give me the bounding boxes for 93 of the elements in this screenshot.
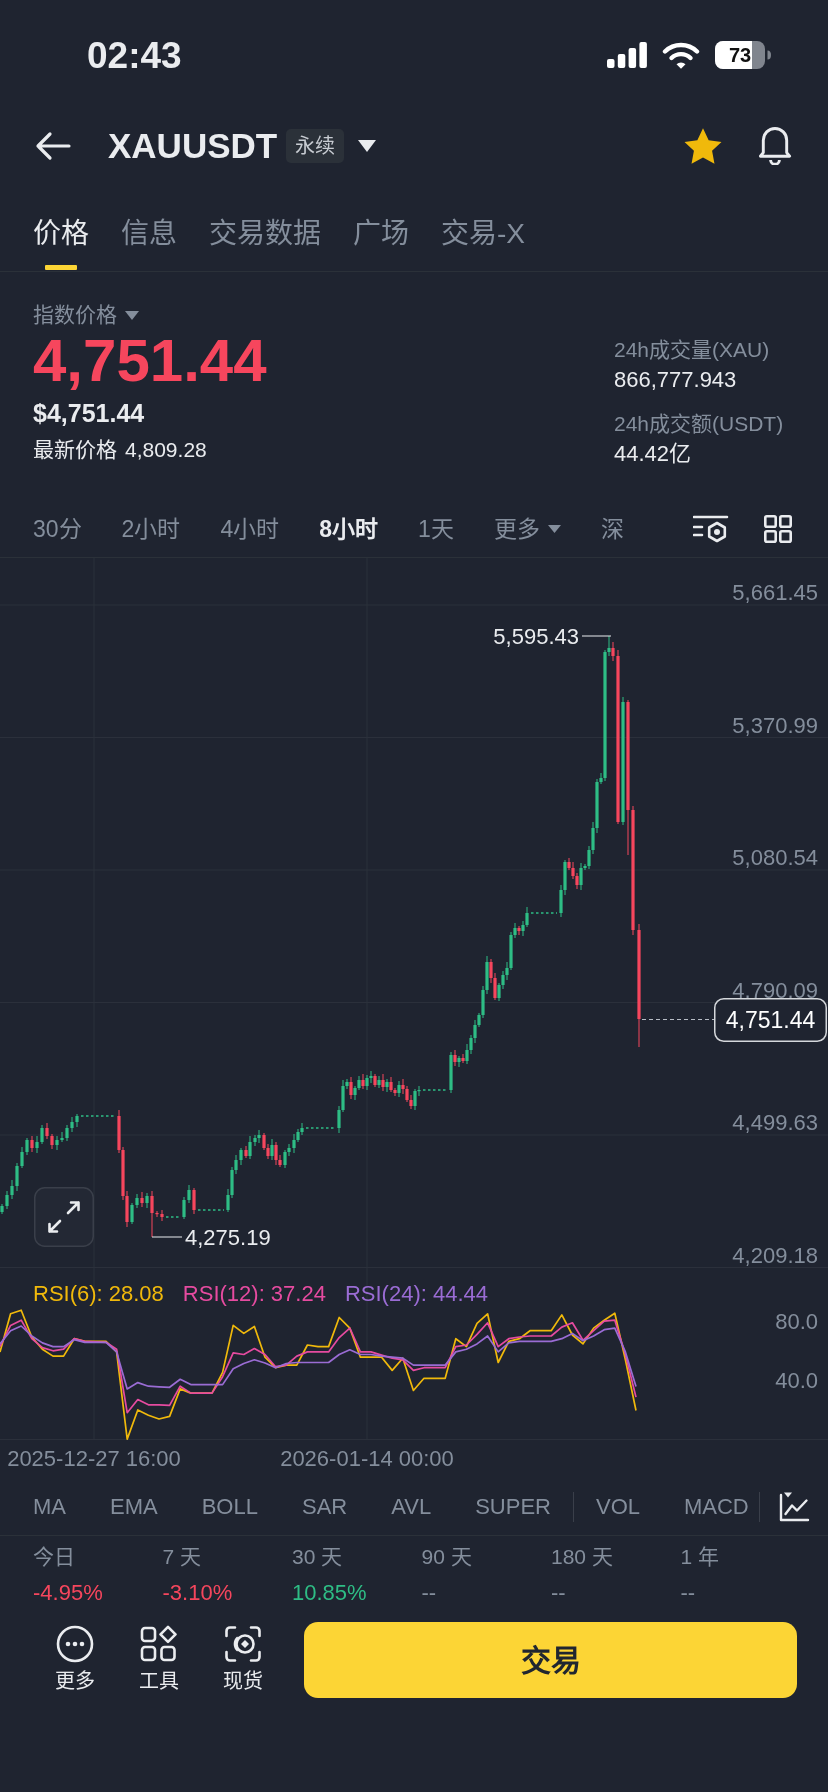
period-label: 180 天 — [551, 1544, 613, 1570]
period-change: -- — [680, 1579, 696, 1607]
indicator-tab[interactable]: MACD — [684, 1491, 749, 1522]
line-chart-icon[interactable] — [778, 1490, 810, 1523]
price-axis-label: 5,661.45 — [732, 580, 818, 605]
period-label: 30 天 — [292, 1544, 343, 1570]
rsi-legend-label: RSI(24): 44.44 — [344, 1281, 488, 1307]
caret-icon[interactable] — [358, 140, 377, 152]
falling-candle — [30, 1135, 34, 1153]
symbol-title: XAUUSDT — [108, 126, 278, 166]
indicator-tab[interactable]: SAR — [301, 1491, 348, 1522]
price-axis-label: 5,080.54 — [732, 845, 818, 870]
low-price-leader — [151, 1236, 183, 1238]
coin-scan-icon — [224, 1625, 262, 1663]
index-price-label: 指数价格 — [33, 302, 117, 328]
star-icon[interactable] — [683, 127, 723, 165]
period-change: 10.85% — [292, 1579, 367, 1607]
low-price-label: 4,275.19 — [185, 1225, 271, 1250]
caret-icon — [547, 524, 561, 533]
last-price-value: 4,809.28 — [125, 437, 207, 463]
index-price: 4,751.44 — [33, 330, 267, 392]
falling-candle — [349, 1076, 353, 1100]
signal-icon — [607, 42, 647, 68]
interval-tab[interactable]: 30分 — [33, 513, 82, 544]
period-change: -- — [421, 1579, 437, 1607]
high-price-leader — [581, 635, 612, 637]
falling-candle — [381, 1073, 385, 1092]
indicator-tab[interactable]: SUPER — [475, 1491, 551, 1522]
bell-icon[interactable] — [758, 127, 792, 165]
falling-candle — [140, 1191, 144, 1208]
battery-icon — [715, 41, 771, 69]
rsi-axis-label: 40.0 — [775, 1368, 818, 1393]
status-time: 02:43 — [87, 36, 182, 74]
tab[interactable]: 信息 — [121, 196, 177, 271]
time-axis-label: 2026-01-14 00:00 — [280, 1446, 454, 1471]
indicator-tab[interactable]: BOLL — [201, 1491, 258, 1522]
falling-candle — [453, 1049, 457, 1067]
stat-label: 24h成交额(USDT) — [614, 411, 784, 437]
interval-tab[interactable]: 2小时 — [121, 513, 181, 544]
period-change: -3.10% — [162, 1579, 233, 1607]
tab[interactable]: 价格 — [33, 196, 89, 271]
stat-value: 44.42亿 — [614, 440, 692, 468]
interval-tab[interactable]: 深 — [600, 513, 624, 544]
last-price-label: 最新价格 — [33, 437, 117, 463]
shapes-icon — [140, 1625, 178, 1663]
expand-icon — [48, 1201, 80, 1233]
period-label: 90 天 — [421, 1544, 472, 1570]
toolbar-button[interactable]: 工具 — [117, 1622, 201, 1693]
indicator-tab[interactable]: EMA — [110, 1491, 158, 1522]
period-label: 今日 — [33, 1544, 75, 1570]
wifi-icon — [662, 41, 700, 69]
price-axis-label: 5,370.99 — [732, 712, 818, 738]
period-change: -4.95% — [33, 1579, 103, 1607]
period-label: 1 年 — [680, 1544, 719, 1570]
price-axis-label: 4,499.63 — [732, 1110, 818, 1135]
falling-candle — [361, 1073, 365, 1090]
rsi-legend-label: RSI(6): 28.08 — [33, 1281, 164, 1307]
falling-candle — [244, 1145, 248, 1159]
interval-tab[interactable]: 1天 — [418, 513, 454, 544]
high-price-label: 5,595.43 — [493, 624, 579, 649]
stat-value: 866,777.943 — [614, 366, 737, 394]
time-axis-label: 2025-12-27 16:00 — [7, 1446, 181, 1471]
period-label: 7 天 — [162, 1544, 201, 1570]
falling-candle — [192, 1187, 196, 1215]
indicator-tab[interactable]: VOL — [595, 1491, 640, 1522]
expand-button[interactable] — [34, 1187, 94, 1247]
stat-label: 24h成交量(XAU) — [614, 337, 770, 363]
more-icon — [56, 1625, 94, 1663]
tab[interactable]: 交易数据 — [209, 196, 321, 271]
price-axis-label: 4,209.18 — [732, 1242, 818, 1268]
falling-candle — [373, 1073, 377, 1088]
settings-icon[interactable] — [693, 513, 729, 544]
tab[interactable]: 广场 — [353, 196, 409, 271]
current-price-tag: 4,751.44 — [714, 998, 827, 1042]
trade-button[interactable]: 交易 — [304, 1622, 797, 1698]
grid-icon[interactable] — [764, 514, 792, 543]
toolbar-button[interactable]: 现货 — [201, 1622, 285, 1693]
battery-percent: 73 — [727, 43, 753, 68]
interval-tab[interactable]: 4小时 — [220, 513, 280, 544]
interval-tab[interactable]: 8小时 — [319, 513, 378, 544]
falling-candle — [517, 925, 521, 936]
indicator-tab[interactable]: AVL — [391, 1491, 432, 1522]
rsi-axis-label: 80.0 — [775, 1309, 818, 1335]
toolbar-button[interactable]: 更多 — [33, 1622, 117, 1693]
dropdown-tab[interactable]: 更多 — [493, 513, 561, 544]
period-change: -- — [551, 1579, 566, 1607]
tab[interactable]: 交易-X — [441, 196, 525, 271]
falling-candle — [461, 1053, 465, 1064]
usd-price: $4,751.44 — [33, 398, 145, 429]
indicator-tab[interactable]: MA — [33, 1491, 66, 1522]
rsi-legend-label: RSI(12): 37.24 — [182, 1281, 326, 1307]
back-arrow-icon[interactable] — [35, 131, 71, 161]
contract-type-badge: 永续 — [286, 129, 345, 163]
